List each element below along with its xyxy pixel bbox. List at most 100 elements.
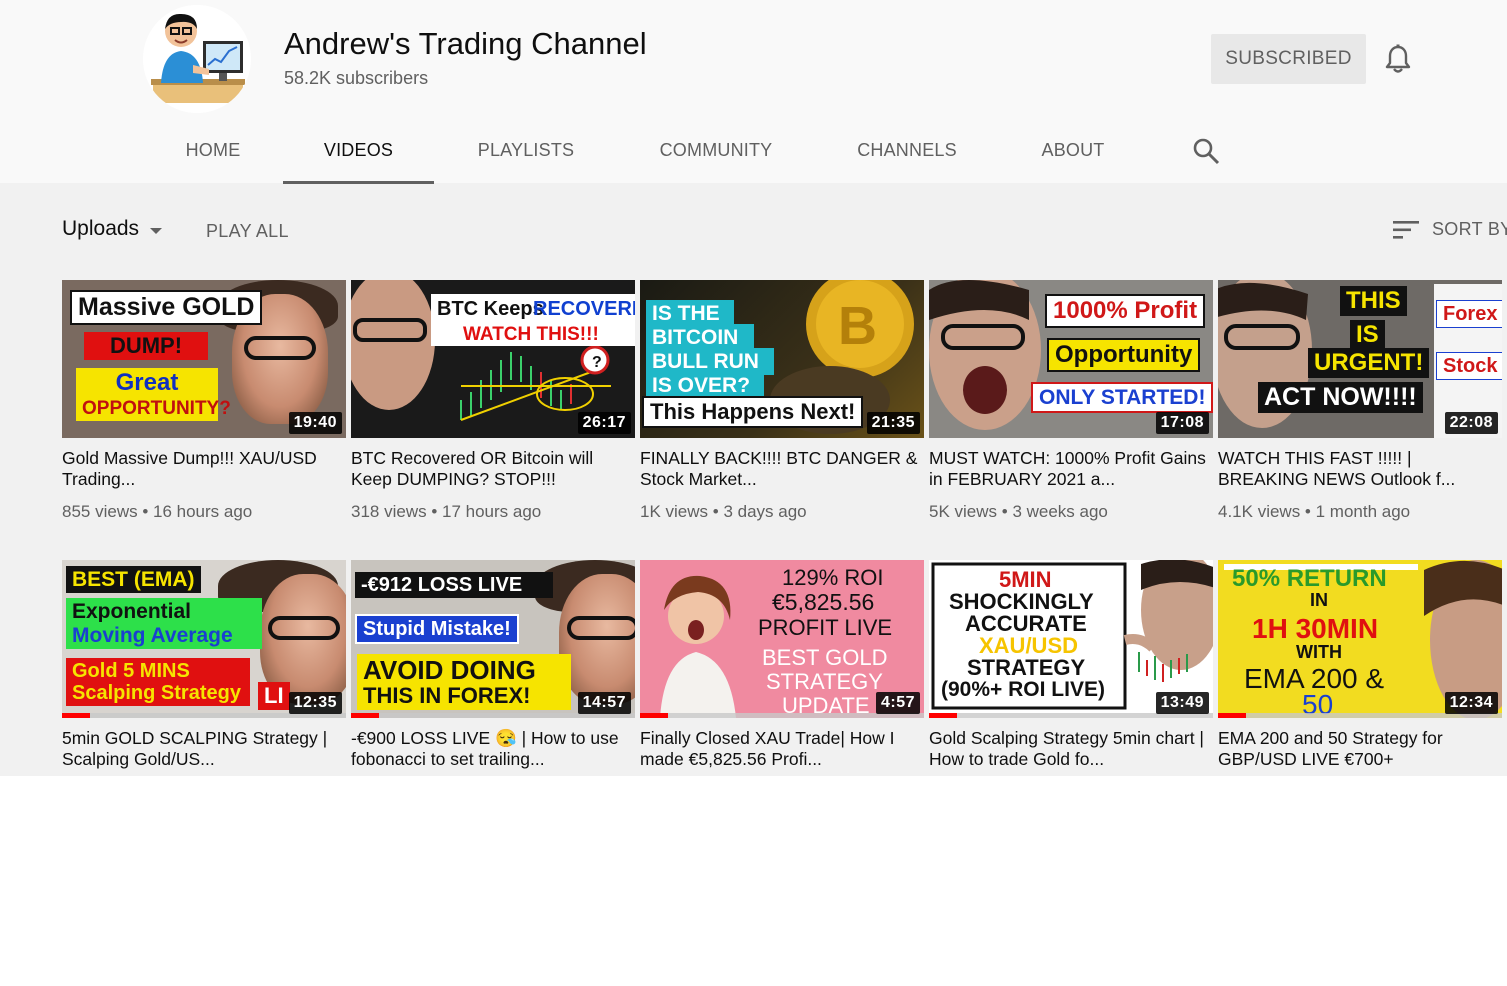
video-duration: 14:57	[577, 692, 631, 714]
watch-progress-bar	[1218, 713, 1247, 718]
watch-progress-bar	[640, 713, 669, 718]
upload-age: 16 hours ago	[153, 502, 253, 521]
upload-age: 1 month ago	[1315, 502, 1411, 521]
thumbnail-text: WITH	[1296, 642, 1342, 662]
view-count: 1K views	[640, 502, 709, 521]
thumbnail-text: IS OVER?	[646, 372, 764, 399]
video-duration: 4:57	[875, 692, 920, 714]
thumbnail-text: IS THE	[646, 300, 734, 327]
sort-by-button[interactable]: SORT BY	[1432, 219, 1507, 240]
search-icon[interactable]	[1192, 137, 1220, 165]
upload-age: 3 days ago	[723, 502, 807, 521]
tab-about[interactable]: ABOUT	[1022, 124, 1124, 181]
video-duration: 26:17	[577, 412, 631, 434]
tab-home[interactable]: HOME	[158, 124, 268, 181]
video-thumbnail[interactable]: BTC Keeps RECOVERING WATCH THIS!!! ? 26:…	[351, 280, 635, 438]
video-meta: 318 views • 17 hours ago	[351, 502, 542, 521]
video-thumbnail[interactable]: BEST (EMA) Exponential Moving Average Go…	[62, 560, 346, 718]
thumbnail-text: Forex	[1436, 300, 1502, 328]
video-title[interactable]: Gold Massive Dump!!! XAU/USD Trading...	[62, 448, 346, 492]
video-thumbnail[interactable]: Massive GOLD DUMP! Great OPPORTUNITY? 19…	[62, 280, 346, 438]
view-count: 318 views	[351, 502, 427, 521]
video-title[interactable]: FINALLY BACK!!!! BTC DANGER & Stock Mark…	[640, 448, 924, 492]
thumbnail-text: Great	[76, 368, 218, 398]
thumbnail-text: ACT NOW!!!!	[1258, 382, 1423, 413]
video-title[interactable]: WATCH THIS FAST !!!!! | BREAKING NEWS Ou…	[1218, 448, 1502, 492]
video-meta: 4.1K views • 1 month ago	[1218, 502, 1411, 521]
view-count: 855 views	[62, 502, 138, 521]
video-thumbnail[interactable]: 5MIN SHOCKINGLY ACCURATE XAU/USD STRATEG…	[929, 560, 1213, 718]
uploads-dropdown[interactable]: Uploads	[62, 217, 139, 241]
thumbnail-text: Scalping Strategy	[66, 680, 250, 706]
video-title[interactable]: EMA 200 and 50 Strategy for GBP/USD LIVE…	[1218, 728, 1502, 772]
thumbnail-text: ?	[592, 354, 602, 371]
thumbnail-text: BULL RUN	[646, 348, 774, 375]
thumbnail-text: ONLY STARTED!	[1031, 382, 1213, 413]
thumbnail-text: Stock	[1436, 352, 1502, 380]
thumbnail-text: OPPORTUNITY?	[76, 396, 231, 421]
svg-text:B: B	[838, 296, 877, 356]
tab-playlists[interactable]: PLAYLISTS	[458, 124, 594, 181]
sort-icon[interactable]	[1393, 220, 1419, 240]
thumbnail-text: LI	[258, 682, 290, 710]
thumbnail-text: IN	[1310, 590, 1328, 610]
subscriber-count: 58.2K subscribers	[284, 68, 429, 88]
watch-progress-bar	[929, 713, 958, 718]
thumbnail-art	[244, 336, 316, 360]
thumbnail-text: THIS	[1340, 286, 1407, 316]
video-thumbnail[interactable]: 1000% Profit Opportunity ONLY STARTED! 1…	[929, 280, 1213, 438]
video-meta: 5K views • 3 weeks ago	[929, 502, 1108, 521]
video-thumbnail[interactable]: 129% ROI €5,825.56 PROFIT LIVE BEST GOLD…	[640, 560, 924, 718]
thumbnail-text: 1000% Profit	[1045, 294, 1206, 328]
video-duration: 17:08	[1155, 412, 1209, 434]
watch-progress-bar	[351, 713, 380, 718]
thumbnail-text: Opportunity	[1047, 338, 1201, 372]
thumbnail-text: RECOVERING	[533, 298, 635, 320]
video-title[interactable]: BTC Recovered OR Bitcoin will Keep DUMPI…	[351, 448, 635, 492]
video-thumbnail[interactable]: THIS IS URGENT! ACT NOW!!!! Forex Stock …	[1218, 280, 1502, 438]
thumbnail-text: THIS IN FOREX!	[357, 682, 571, 710]
thumbnail-text: (90%+ ROI LIVE)	[941, 678, 1105, 701]
subscribed-button[interactable]: SUBSCRIBED	[1211, 34, 1366, 84]
thumbnail-text: PROFIT LIVE	[758, 615, 893, 640]
video-title[interactable]: Finally Closed XAU Trade| How I made €5,…	[640, 728, 924, 772]
thumbnail-text: BITCOIN	[646, 324, 754, 351]
thumbnail-text: BEST (EMA)	[66, 566, 201, 593]
tab-channels[interactable]: CHANNELS	[838, 124, 976, 181]
thumbnail-text: Moving Average	[66, 622, 262, 649]
caret-down-icon[interactable]	[150, 228, 162, 234]
upload-age: 17 hours ago	[442, 502, 542, 521]
bell-icon[interactable]	[1384, 44, 1412, 74]
video-meta: 855 views • 16 hours ago	[62, 502, 253, 521]
video-title[interactable]: 5min GOLD SCALPING Strategy | Scalping G…	[62, 728, 346, 772]
thumbnail-text: IS	[1350, 320, 1385, 350]
upload-age: 3 weeks ago	[1012, 502, 1108, 521]
thumbnail-text: This Happens Next!	[642, 396, 864, 428]
thumbnail-text: -€912 LOSS LIVE	[355, 572, 553, 598]
video-duration: 21:35	[866, 412, 920, 434]
view-count: 5K views	[929, 502, 998, 521]
video-meta: 1K views • 3 days ago	[640, 502, 807, 521]
video-thumbnail[interactable]: 50% RETURN IN 1H 30MIN WITH EMA 200 & 50…	[1218, 560, 1502, 718]
thumbnail-art	[567, 616, 635, 640]
video-title[interactable]: MUST WATCH: 1000% Profit Gains in FEBRUA…	[929, 448, 1213, 492]
video-duration: 12:35	[288, 692, 342, 714]
view-count: 4.1K views	[1218, 502, 1301, 521]
video-duration: 13:49	[1155, 692, 1209, 714]
video-title[interactable]: Gold Scalping Strategy 5min chart | How …	[929, 728, 1213, 772]
tab-videos[interactable]: VIDEOS	[283, 124, 434, 184]
play-all-button[interactable]: PLAY ALL	[206, 221, 289, 242]
thumbnail-text: Stupid Mistake!	[355, 614, 519, 644]
thumbnail-text: DUMP!	[84, 332, 208, 360]
watch-progress-bar	[62, 713, 91, 718]
video-thumbnail[interactable]: B IS THE BITCOIN BULL RUN IS OVER? This …	[640, 280, 924, 438]
video-duration: 22:08	[1444, 412, 1498, 434]
channel-title: Andrew's Trading Channel	[284, 26, 647, 61]
video-thumbnail[interactable]: -€912 LOSS LIVE Stupid Mistake! AVOID DO…	[351, 560, 635, 718]
channel-avatar[interactable]	[143, 5, 251, 113]
video-title[interactable]: -€900 LOSS LIVE 😪 | How to use fobonacci…	[351, 728, 635, 772]
video-duration: 19:40	[288, 412, 342, 434]
thumbnail-text: Massive GOLD	[70, 290, 263, 325]
thumbnail-text: WATCH THIS!!!	[463, 324, 599, 345]
tab-community[interactable]: COMMUNITY	[640, 124, 792, 181]
